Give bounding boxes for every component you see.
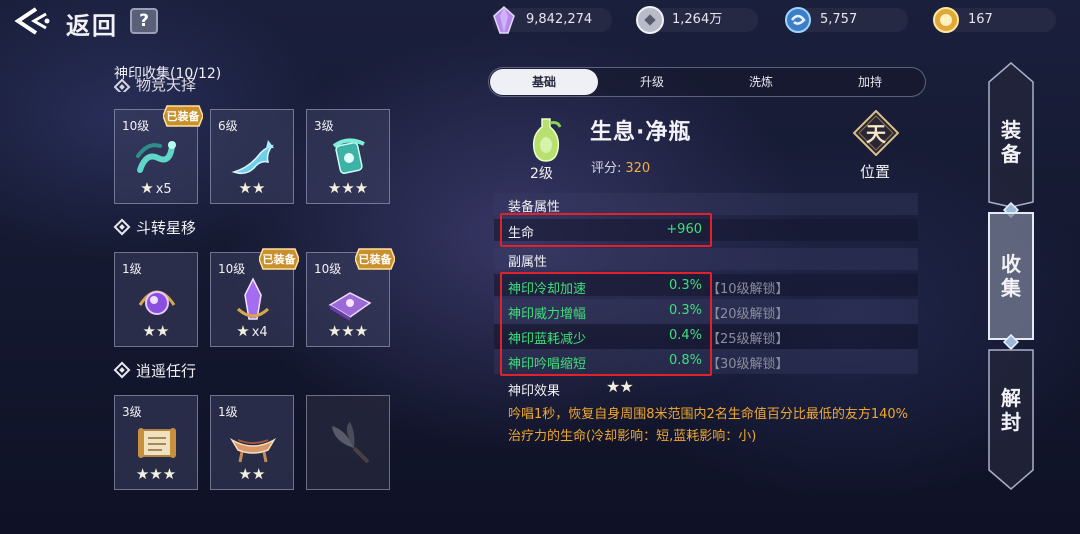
- equipped-badge: 已装备: [162, 102, 204, 130]
- rune-card[interactable]: 10级 已装备 ★ x4: [210, 248, 300, 347]
- equipped-badge: 已装备: [258, 245, 300, 273]
- equipped-badge: 已装备: [354, 245, 396, 273]
- rune-card[interactable]: 1级 ★★: [210, 395, 294, 490]
- highlight-box: [500, 272, 712, 376]
- tab-upgrade[interactable]: 升级: [598, 69, 706, 95]
- vase-icon: [526, 115, 566, 163]
- slot-badge: 天: [852, 109, 900, 157]
- diamond-bullet-icon: [113, 218, 131, 236]
- rune-card[interactable]: 6级 ★★: [210, 109, 294, 204]
- highlight-box: [500, 213, 712, 247]
- violet-orb-icon: [132, 275, 182, 325]
- silver-coin-icon: [634, 4, 666, 36]
- effect-description: 吟唱1秒，恢复自身周围8米范围内2名生命值百分比最低的友方140%治疗力的生命(…: [508, 407, 908, 444]
- rune-card[interactable]: 10级 已装备 ★ x5: [114, 105, 204, 204]
- currency-gem[interactable]: 167: [933, 7, 1056, 33]
- top-bar: 返回 ? 9,842,274 1,264万 5,757 167: [0, 0, 1080, 44]
- unlock-note: 【30级解锁】: [707, 357, 789, 372]
- rune-card[interactable]: 3级 ★★★: [306, 109, 390, 204]
- blue-swirl-icon: [782, 4, 814, 36]
- effect-title: 神印效果: [508, 384, 561, 399]
- back-label[interactable]: 返回: [66, 6, 118, 41]
- jade-serpent-icon: [132, 132, 182, 182]
- side-tab-unseal[interactable]: 解封: [988, 344, 1034, 490]
- section-header: 斗转星移: [113, 218, 196, 238]
- unlock-note: 【25级解锁】: [707, 332, 789, 347]
- rune-card[interactable]: 3级 ★★★: [114, 395, 198, 490]
- section-cut-off: 物竞天择: [114, 78, 196, 92]
- whisk-icon: [324, 418, 374, 468]
- item-score: 评分: 320: [591, 161, 651, 176]
- sub-attr-title: 副属性: [508, 255, 548, 270]
- item-level: 2级: [530, 166, 553, 182]
- effect-stars: ★★: [606, 377, 634, 396]
- diamond-bullet-icon: [113, 361, 131, 379]
- gold-gem-icon: [930, 4, 962, 36]
- slot-label: 位置: [860, 163, 891, 181]
- jade-dragon-icon: [324, 132, 374, 182]
- unlock-note: 【10级解锁】: [707, 282, 789, 297]
- diamond-bullet-icon: [114, 78, 131, 92]
- detail-tabs: 基础 升级 洗炼 加持: [488, 67, 926, 97]
- rune-card[interactable]: 10级 已装备 ★★★: [306, 248, 396, 347]
- purple-crystal-icon: [488, 4, 520, 36]
- tab-bless[interactable]: 加持: [816, 69, 924, 95]
- currency-swirl[interactable]: 5,757: [785, 7, 908, 33]
- currency-coin[interactable]: 1,264万: [636, 6, 758, 34]
- back-arrow-icon[interactable]: [12, 6, 52, 36]
- violet-crystal-icon: [228, 275, 278, 325]
- purple-cushion-icon: [324, 275, 374, 325]
- scroll-icon: [132, 418, 182, 468]
- tab-refine[interactable]: 洗炼: [707, 69, 815, 95]
- side-tab-collect[interactable]: 收集: [988, 212, 1034, 340]
- unlock-note: 【20级解锁】: [707, 307, 789, 322]
- item-name: 生息·净瓶: [590, 120, 692, 145]
- section-header: 逍遥任行: [113, 361, 196, 381]
- rune-card[interactable]: 1级 ★★: [114, 252, 198, 347]
- rune-card-locked[interactable]: [306, 395, 390, 490]
- wooden-boat-icon: [228, 418, 278, 468]
- side-tab-equip[interactable]: 装备: [988, 62, 1034, 208]
- currency-crystal[interactable]: 9,842,274: [492, 5, 612, 34]
- help-button[interactable]: ?: [130, 8, 158, 34]
- crystal-fish-tail-icon: [228, 132, 278, 182]
- tab-basic[interactable]: 基础: [490, 69, 598, 95]
